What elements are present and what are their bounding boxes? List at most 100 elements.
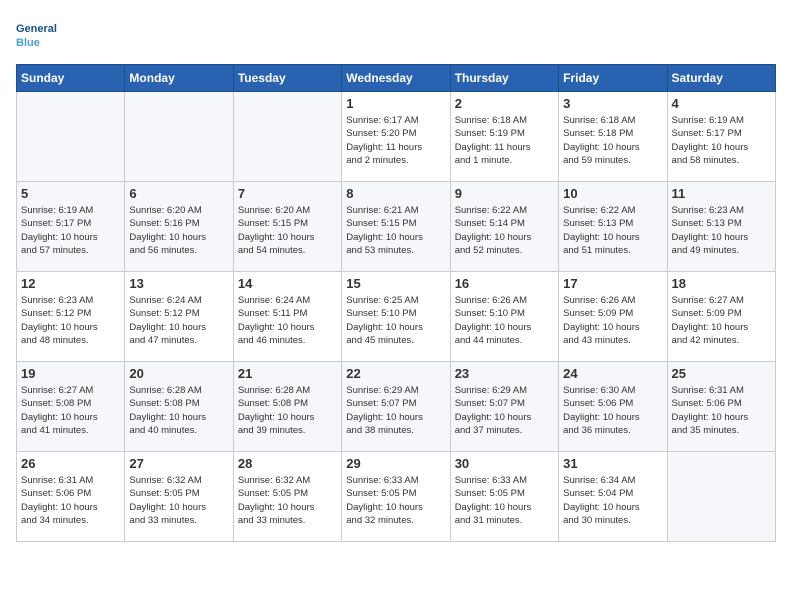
calendar-week-1: 1Sunrise: 6:17 AM Sunset: 5:20 PM Daylig… <box>17 92 776 182</box>
day-info: Sunrise: 6:27 AM Sunset: 5:08 PM Dayligh… <box>21 384 120 437</box>
day-info: Sunrise: 6:22 AM Sunset: 5:13 PM Dayligh… <box>563 204 662 257</box>
day-number: 12 <box>21 276 120 291</box>
day-number: 4 <box>672 96 771 111</box>
calendar-cell: 19 Sunrise: 6:27 AM Sunset: 5:08 PM Dayli… <box>17 362 125 452</box>
calendar-cell: 11 Sunrise: 6:23 AM Sunset: 5:13 PM Dayli… <box>667 182 775 272</box>
day-number: 17 <box>563 276 662 291</box>
day-info: Sunrise: 6:19 AM Sunset: 5:17 PM Dayligh… <box>21 204 120 257</box>
day-info: Sunrise: 6:24 AM Sunset: 5:11 PM Dayligh… <box>238 294 337 347</box>
day-info: Sunrise: 6:23 AM Sunset: 5:13 PM Dayligh… <box>672 204 771 257</box>
day-number: 2 <box>455 96 554 111</box>
calendar-cell: 3Sunrise: 6:18 AM Sunset: 5:18 PM Daylig… <box>559 92 667 182</box>
weekday-header-sunday: Sunday <box>17 65 125 92</box>
day-info: Sunrise: 6:26 AM Sunset: 5:09 PM Dayligh… <box>563 294 662 347</box>
day-number: 22 <box>346 366 445 381</box>
day-info: Sunrise: 6:31 AM Sunset: 5:06 PM Dayligh… <box>672 384 771 437</box>
day-number: 11 <box>672 186 771 201</box>
calendar-week-4: 19 Sunrise: 6:27 AM Sunset: 5:08 PM Dayli… <box>17 362 776 452</box>
weekday-header-row: SundayMondayTuesdayWednesdayThursdayFrid… <box>17 65 776 92</box>
day-number: 25 <box>672 366 771 381</box>
day-number: 10 <box>563 186 662 201</box>
day-info: Sunrise: 6:27 AM Sunset: 5:09 PM Dayligh… <box>672 294 771 347</box>
calendar-cell: 8 Sunrise: 6:21 AM Sunset: 5:15 PM Daylig… <box>342 182 450 272</box>
calendar-cell: 2Sunrise: 6:18 AM Sunset: 5:19 PM Daylig… <box>450 92 558 182</box>
day-number: 1 <box>346 96 445 111</box>
day-number: 7 <box>238 186 337 201</box>
day-number: 26 <box>21 456 120 471</box>
calendar-body: 1Sunrise: 6:17 AM Sunset: 5:20 PM Daylig… <box>17 92 776 542</box>
day-info: Sunrise: 6:28 AM Sunset: 5:08 PM Dayligh… <box>238 384 337 437</box>
day-info: Sunrise: 6:30 AM Sunset: 5:06 PM Dayligh… <box>563 384 662 437</box>
calendar-table: SundayMondayTuesdayWednesdayThursdayFrid… <box>16 64 776 542</box>
calendar-cell: 13 Sunrise: 6:24 AM Sunset: 5:12 PM Dayli… <box>125 272 233 362</box>
calendar-cell: 17 Sunrise: 6:26 AM Sunset: 5:09 PM Dayli… <box>559 272 667 362</box>
day-number: 27 <box>129 456 228 471</box>
day-info: Sunrise: 6:20 AM Sunset: 5:16 PM Dayligh… <box>129 204 228 257</box>
calendar-cell: 27 Sunrise: 6:32 AM Sunset: 5:05 PM Dayli… <box>125 452 233 542</box>
weekday-header-monday: Monday <box>125 65 233 92</box>
day-number: 16 <box>455 276 554 291</box>
day-info: Sunrise: 6:24 AM Sunset: 5:12 PM Dayligh… <box>129 294 228 347</box>
calendar-week-5: 26 Sunrise: 6:31 AM Sunset: 5:06 PM Dayli… <box>17 452 776 542</box>
day-info: Sunrise: 6:18 AM Sunset: 5:18 PM Dayligh… <box>563 114 662 167</box>
calendar-cell: 6 Sunrise: 6:20 AM Sunset: 5:16 PM Daylig… <box>125 182 233 272</box>
day-number: 8 <box>346 186 445 201</box>
calendar-cell: 21 Sunrise: 6:28 AM Sunset: 5:08 PM Dayli… <box>233 362 341 452</box>
calendar-cell: 24 Sunrise: 6:30 AM Sunset: 5:06 PM Dayli… <box>559 362 667 452</box>
weekday-header-thursday: Thursday <box>450 65 558 92</box>
day-info: Sunrise: 6:21 AM Sunset: 5:15 PM Dayligh… <box>346 204 445 257</box>
day-info: Sunrise: 6:32 AM Sunset: 5:05 PM Dayligh… <box>238 474 337 527</box>
calendar-week-2: 5Sunrise: 6:19 AM Sunset: 5:17 PM Daylig… <box>17 182 776 272</box>
calendar-cell: 5Sunrise: 6:19 AM Sunset: 5:17 PM Daylig… <box>17 182 125 272</box>
calendar-cell: 14Sunrise: 6:24 AM Sunset: 5:11 PM Dayli… <box>233 272 341 362</box>
calendar-cell: 29 Sunrise: 6:33 AM Sunset: 5:05 PM Dayli… <box>342 452 450 542</box>
day-info: Sunrise: 6:31 AM Sunset: 5:06 PM Dayligh… <box>21 474 120 527</box>
day-info: Sunrise: 6:25 AM Sunset: 5:10 PM Dayligh… <box>346 294 445 347</box>
calendar-cell: 10 Sunrise: 6:22 AM Sunset: 5:13 PM Dayli… <box>559 182 667 272</box>
day-info: Sunrise: 6:33 AM Sunset: 5:05 PM Dayligh… <box>346 474 445 527</box>
calendar-cell: 31Sunrise: 6:34 AM Sunset: 5:04 PM Dayli… <box>559 452 667 542</box>
weekday-header-friday: Friday <box>559 65 667 92</box>
day-number: 30 <box>455 456 554 471</box>
day-number: 6 <box>129 186 228 201</box>
day-number: 20 <box>129 366 228 381</box>
calendar-cell: 15 Sunrise: 6:25 AM Sunset: 5:10 PM Dayli… <box>342 272 450 362</box>
calendar-cell: 16Sunrise: 6:26 AM Sunset: 5:10 PM Dayli… <box>450 272 558 362</box>
day-info: Sunrise: 6:32 AM Sunset: 5:05 PM Dayligh… <box>129 474 228 527</box>
day-number: 28 <box>238 456 337 471</box>
day-number: 15 <box>346 276 445 291</box>
calendar-cell <box>17 92 125 182</box>
calendar-cell <box>233 92 341 182</box>
day-number: 9 <box>455 186 554 201</box>
day-number: 19 <box>21 366 120 381</box>
logo-svg: General Blue <box>16 16 66 56</box>
calendar-cell: 26 Sunrise: 6:31 AM Sunset: 5:06 PM Dayli… <box>17 452 125 542</box>
day-info: Sunrise: 6:29 AM Sunset: 5:07 PM Dayligh… <box>455 384 554 437</box>
day-info: Sunrise: 6:20 AM Sunset: 5:15 PM Dayligh… <box>238 204 337 257</box>
day-number: 23 <box>455 366 554 381</box>
calendar-cell: 7 Sunrise: 6:20 AM Sunset: 5:15 PM Daylig… <box>233 182 341 272</box>
day-number: 18 <box>672 276 771 291</box>
weekday-header-saturday: Saturday <box>667 65 775 92</box>
calendar-cell: 1Sunrise: 6:17 AM Sunset: 5:20 PM Daylig… <box>342 92 450 182</box>
day-number: 29 <box>346 456 445 471</box>
page-header: General Blue <box>16 16 776 56</box>
day-number: 24 <box>563 366 662 381</box>
calendar-cell: 23 Sunrise: 6:29 AM Sunset: 5:07 PM Dayli… <box>450 362 558 452</box>
logo: General Blue <box>16 16 66 56</box>
day-info: Sunrise: 6:22 AM Sunset: 5:14 PM Dayligh… <box>455 204 554 257</box>
calendar-cell <box>125 92 233 182</box>
weekday-header-wednesday: Wednesday <box>342 65 450 92</box>
calendar-cell: 22Sunrise: 6:29 AM Sunset: 5:07 PM Dayli… <box>342 362 450 452</box>
day-info: Sunrise: 6:23 AM Sunset: 5:12 PM Dayligh… <box>21 294 120 347</box>
calendar-cell <box>667 452 775 542</box>
day-info: Sunrise: 6:33 AM Sunset: 5:05 PM Dayligh… <box>455 474 554 527</box>
day-number: 21 <box>238 366 337 381</box>
day-info: Sunrise: 6:34 AM Sunset: 5:04 PM Dayligh… <box>563 474 662 527</box>
day-info: Sunrise: 6:28 AM Sunset: 5:08 PM Dayligh… <box>129 384 228 437</box>
calendar-cell: 30 Sunrise: 6:33 AM Sunset: 5:05 PM Dayli… <box>450 452 558 542</box>
svg-text:General: General <box>16 23 57 35</box>
day-number: 13 <box>129 276 228 291</box>
calendar-cell: 4Sunrise: 6:19 AM Sunset: 5:17 PM Daylig… <box>667 92 775 182</box>
calendar-cell: 25 Sunrise: 6:31 AM Sunset: 5:06 PM Dayli… <box>667 362 775 452</box>
